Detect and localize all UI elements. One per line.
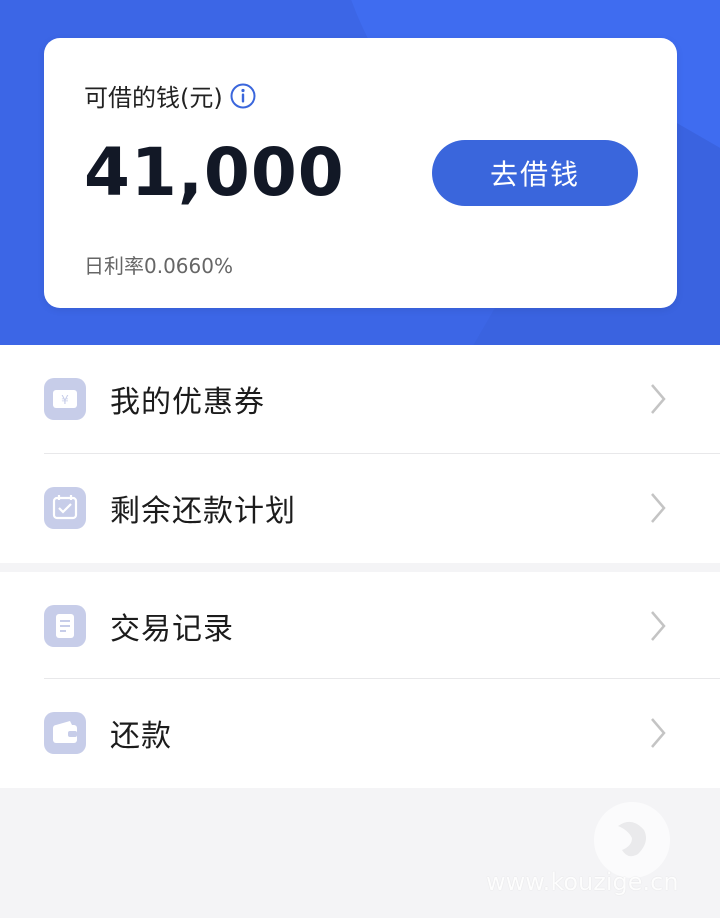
loan-card: 可借的钱(元) 41,000 去借钱 日利率0.0660%	[44, 38, 677, 308]
document-icon	[44, 605, 86, 647]
menu-group-1: ¥ 我的优惠券 剩余还款计划	[0, 345, 720, 563]
menu-item-label: 我的优惠券	[110, 385, 265, 420]
info-icon[interactable]	[229, 82, 257, 110]
menu-item-transactions[interactable]: 交易记录	[0, 572, 720, 680]
menu-item-label: 还款	[110, 719, 172, 754]
daily-rate: 日利率0.0660%	[84, 254, 233, 278]
available-amount-label: 可借的钱(元)	[84, 84, 223, 112]
chevron-right-icon	[646, 379, 670, 419]
available-amount-value: 41,000	[84, 134, 345, 211]
menu-item-coupons[interactable]: ¥ 我的优惠券	[0, 345, 720, 453]
available-amount-heading: 可借的钱(元)	[84, 78, 257, 113]
menu-item-repayment-plan[interactable]: 剩余还款计划	[0, 454, 720, 562]
coupon-icon: ¥	[44, 378, 86, 420]
chevron-right-icon	[646, 606, 670, 646]
menu-item-repay[interactable]: 还款	[0, 679, 720, 787]
chevron-right-icon	[646, 713, 670, 753]
borrow-button[interactable]: 去借钱	[432, 140, 638, 206]
chevron-right-icon	[646, 488, 670, 528]
menu-item-label: 剩余还款计划	[110, 494, 296, 529]
menu-item-label: 交易记录	[110, 612, 234, 647]
svg-text:¥: ¥	[61, 393, 69, 407]
calendar-icon	[44, 487, 86, 529]
watermark-text: www.kouzige.cn	[486, 868, 679, 896]
menu-group-2: 交易记录 还款	[0, 572, 720, 788]
wallet-icon	[44, 712, 86, 754]
